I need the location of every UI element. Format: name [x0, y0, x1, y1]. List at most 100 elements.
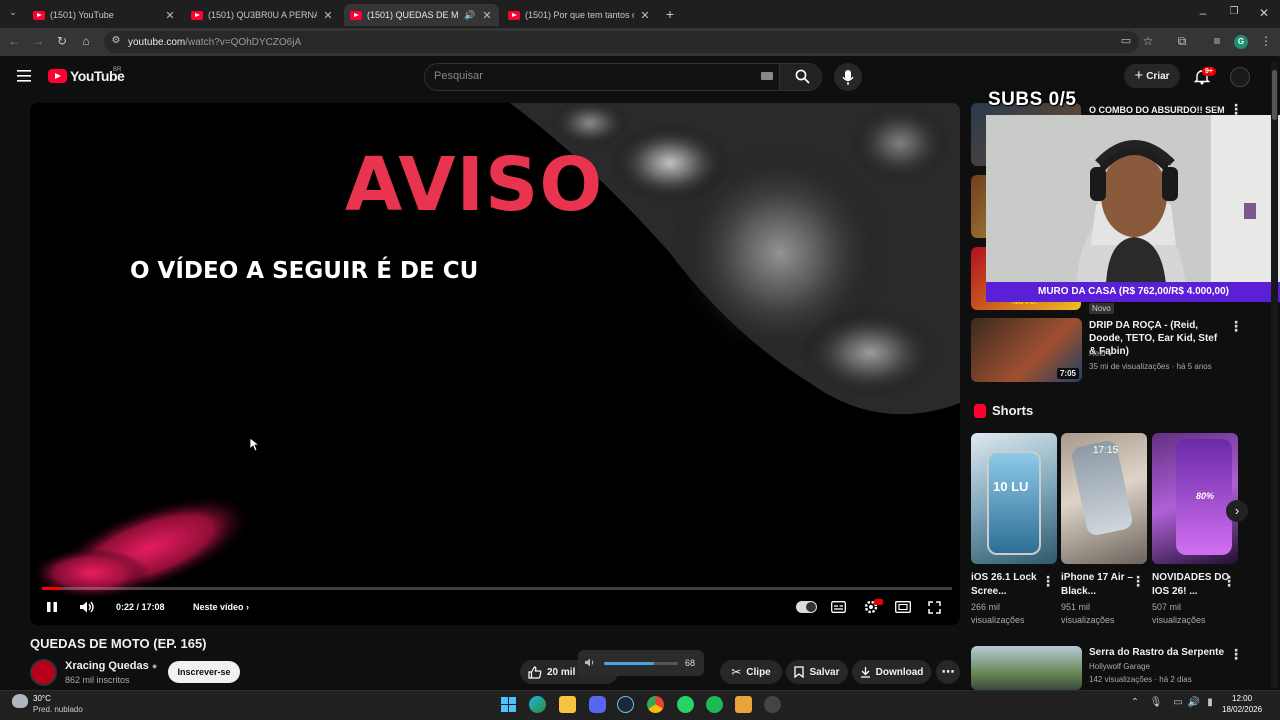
short-card-1[interactable]: 10 LU	[971, 433, 1057, 564]
windows-start-icon[interactable]	[500, 696, 517, 713]
tab-carros[interactable]: (1501) Por que tem tantos carro ✕	[502, 4, 657, 26]
more-vert-icon[interactable]: ⋮	[1229, 319, 1243, 333]
more-actions-button[interactable]: ⋯	[936, 660, 960, 684]
short-title-3[interactable]: NOVIDADES DO IOS 26! ...	[1152, 571, 1230, 599]
clock-date[interactable]: 18/02/2026	[1222, 705, 1262, 714]
keyboard-icon[interactable]	[761, 72, 773, 80]
clock-time[interactable]: 12:00	[1232, 694, 1252, 703]
back-icon[interactable]: ←	[6, 34, 22, 48]
tray-mic-icon[interactable]: 🎙	[1148, 697, 1164, 708]
short-title-2[interactable]: iPhone 17 Air – Black...	[1061, 571, 1139, 599]
short-card-2[interactable]: 17:15	[1061, 433, 1147, 564]
save-button[interactable]: Salvar	[786, 660, 848, 684]
bookmark-star-icon[interactable]: ☆	[1140, 34, 1156, 48]
browser-menu-icon[interactable]: ⋮	[1258, 34, 1274, 48]
window-close-icon[interactable]: ✕	[1256, 6, 1272, 20]
volume-button[interactable]	[79, 600, 95, 614]
search-icon[interactable]	[795, 69, 810, 84]
download-button[interactable]: Download	[852, 660, 931, 684]
page-scrollbar[interactable]	[1271, 62, 1278, 688]
youtube-logo-icon	[48, 69, 67, 83]
account-avatar[interactable]	[1230, 67, 1250, 87]
forward-icon[interactable]: →	[30, 34, 46, 48]
tab-video-perna[interactable]: (1501) QU3BR0U A PERNA E PE ✕	[185, 4, 340, 26]
network-icon[interactable]: ▭	[1170, 697, 1186, 708]
restore-icon[interactable]: ❐	[1226, 6, 1242, 17]
cast-icon[interactable]: ▭	[1118, 34, 1134, 47]
sidebar-channel-2[interactable]: Reid ●	[1089, 348, 1112, 360]
more-vert-icon[interactable]: ⋮	[1041, 574, 1055, 588]
channel-avatar[interactable]	[30, 659, 57, 686]
edge-browser-icon[interactable]	[529, 696, 546, 713]
volume-fill	[604, 662, 655, 665]
sidebar-thumb-serra[interactable]	[971, 646, 1082, 690]
shorts-next-button[interactable]: ›	[1226, 500, 1248, 522]
tab-title: (1501) YouTube	[50, 10, 114, 20]
subtitles-icon[interactable]	[831, 601, 846, 613]
pause-button[interactable]	[45, 600, 59, 614]
tab-youtube-home[interactable]: (1501) YouTube ✕	[27, 4, 182, 26]
minimize-icon[interactable]: –	[1195, 6, 1211, 20]
video-progress-bar[interactable]	[42, 587, 952, 590]
subs-goal-counter: SUBS 0/5	[988, 89, 1077, 110]
profile-avatar[interactable]: G	[1234, 35, 1248, 49]
tab-list-icon[interactable]: ⌄	[5, 7, 21, 18]
battery-icon[interactable]: ▮	[1202, 697, 1218, 708]
whatsapp-icon[interactable]	[677, 696, 694, 713]
tray-chevron-up-icon[interactable]: ⌃	[1127, 697, 1143, 708]
volume-slider[interactable]	[604, 662, 678, 665]
weather-icon[interactable]	[12, 694, 28, 708]
tab-close-icon[interactable]: ✕	[164, 9, 176, 22]
short-title-1[interactable]: iOS 26.1 Lock Scree...	[971, 571, 1049, 599]
reload-icon[interactable]: ↻	[54, 34, 70, 48]
short-card-3[interactable]: 80%	[1152, 433, 1238, 564]
sidebar-thumb-drip[interactable]: 7:05	[971, 318, 1082, 382]
media-control-icon[interactable]: ≡	[1209, 34, 1225, 48]
file-explorer-icon[interactable]	[559, 696, 576, 713]
subscribe-button[interactable]: Inscrever-se	[168, 661, 240, 683]
autoplay-toggle[interactable]	[796, 601, 817, 613]
short-views-2: 951 mil visualizações	[1061, 602, 1115, 625]
webcam-overlay	[986, 115, 1280, 285]
spotify-icon[interactable]	[706, 696, 723, 713]
chapters-button[interactable]: Neste vídeo ›	[193, 602, 249, 612]
weather-temperature[interactable]: 30°C	[33, 694, 51, 703]
tab-close-icon[interactable]: ✕	[481, 9, 493, 22]
channel-name-link[interactable]: Xracing Quedas ●	[65, 660, 157, 672]
sidebar-channel-3[interactable]: Hollywolf Garage	[1089, 661, 1150, 672]
tab-close-icon[interactable]: ✕	[322, 9, 334, 22]
hamburger-menu-icon[interactable]	[17, 70, 31, 82]
youtube-favicon-icon	[191, 10, 203, 20]
theater-mode-icon[interactable]	[895, 601, 911, 613]
app-icon[interactable]	[735, 696, 752, 713]
chrome-icon[interactable]	[647, 696, 664, 713]
tab-close-icon[interactable]: ✕	[639, 9, 651, 22]
clip-button[interactable]: ✂ Clipe	[720, 660, 782, 684]
tab-audio-icon[interactable]: 🔊	[464, 10, 476, 21]
site-info-icon[interactable]: ⚙	[108, 35, 124, 46]
url-host: youtube.com	[128, 37, 186, 48]
create-button[interactable]: + Criar	[1124, 64, 1180, 88]
sidebar-video-meta-3: 142 visualizações · há 2 dias	[1089, 675, 1192, 684]
fullscreen-icon[interactable]	[928, 601, 941, 614]
home-icon[interactable]: ⌂	[78, 34, 94, 48]
plus-icon: +	[1134, 67, 1144, 84]
more-vert-icon[interactable]: ⋮	[1229, 647, 1243, 661]
sidebar-video-title-3[interactable]: Serra do Rastro da Serpente	[1089, 646, 1224, 659]
url-text[interactable]: youtube.com/watch?v=QOhDYCZO6jA	[128, 37, 301, 48]
steam-icon[interactable]	[617, 696, 634, 713]
scrollbar-thumb[interactable]	[1272, 70, 1277, 120]
settings-app-icon[interactable]	[764, 696, 781, 713]
tab-quedas-de-moto[interactable]: (1501) QUEDAS DE MOTO (I 🔊 ✕	[344, 4, 499, 26]
search-input[interactable]: Pesquisar	[434, 70, 483, 82]
voice-search-button[interactable]	[834, 63, 862, 91]
more-vert-icon[interactable]: ⋮	[1131, 574, 1145, 588]
sound-icon[interactable]: 🔊	[1186, 697, 1202, 708]
new-tab-icon[interactable]: +	[662, 6, 678, 22]
more-vert-icon[interactable]: ⋮	[1222, 574, 1236, 588]
shorts-header: Shorts	[992, 403, 1034, 418]
more-vert-icon[interactable]: ⋮	[1229, 102, 1243, 116]
extensions-icon[interactable]: ⧉	[1174, 34, 1190, 49]
video-title: QUEDAS DE MOTO (EP. 165)	[30, 636, 207, 651]
discord-icon[interactable]	[589, 696, 606, 713]
